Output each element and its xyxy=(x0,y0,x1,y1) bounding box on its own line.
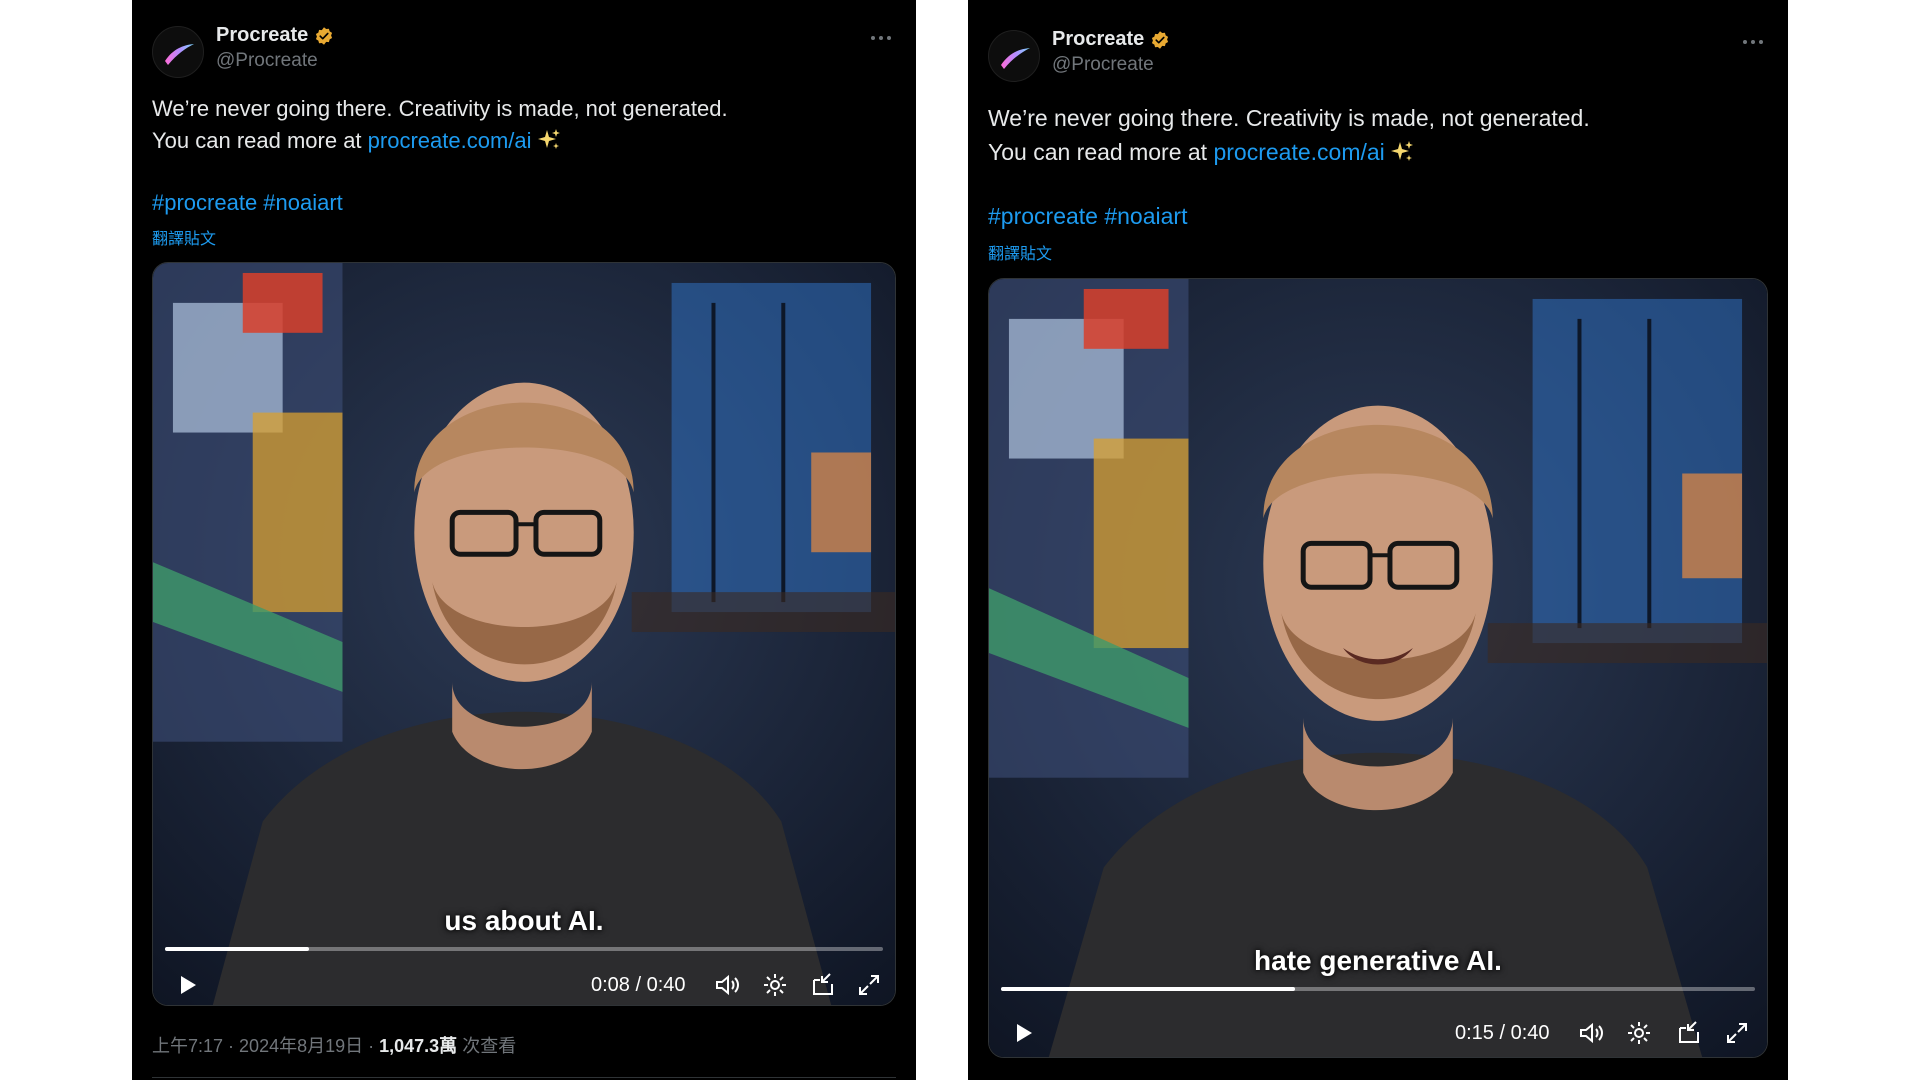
video-player[interactable]: us about AI. 0:08 / 0:40 xyxy=(152,262,896,1006)
tweet-link[interactable]: procreate.com/ai xyxy=(1213,139,1384,165)
video-frame-image xyxy=(989,279,1767,1057)
fullscreen-button[interactable] xyxy=(1719,1011,1755,1055)
video-time: 0:08 / 0:40 xyxy=(591,963,686,1005)
dock-icon xyxy=(1679,1021,1699,1043)
fullscreen-icon xyxy=(1727,1023,1747,1043)
settings-button[interactable] xyxy=(757,963,793,1005)
author-handle[interactable]: @Procreate xyxy=(216,50,318,72)
dock-icon xyxy=(813,973,833,995)
settings-button[interactable] xyxy=(1621,1011,1657,1055)
time-separator: / xyxy=(629,974,647,996)
author-name[interactable]: Procreate xyxy=(216,24,308,47)
video-progress-bar[interactable] xyxy=(1001,987,1755,991)
video-progress-fill xyxy=(165,947,309,951)
video-caption: hate generative AI. xyxy=(1254,945,1502,976)
time-separator: / xyxy=(1493,1022,1511,1044)
video-time: 0:15 / 0:40 xyxy=(1455,1011,1550,1055)
tweet-text-prefix: You can read more at xyxy=(152,128,368,153)
video-caption: us about AI. xyxy=(444,905,604,936)
play-button[interactable] xyxy=(167,963,207,1005)
play-icon xyxy=(181,976,196,994)
current-time: 0:08 xyxy=(591,974,630,996)
sparkles-icon xyxy=(537,129,560,149)
play-button[interactable] xyxy=(1003,1011,1043,1055)
name-row: Procreate xyxy=(1052,28,1170,51)
name-row: Procreate xyxy=(216,24,334,47)
video-progress-fill xyxy=(1001,987,1296,991)
gear-icon xyxy=(1628,1022,1650,1044)
tweet-meta: 上午7:17 · 2024年8月19日 · 1,047.3萬 次查看 xyxy=(152,1032,516,1058)
tweet-date[interactable]: 2024年8月19日 xyxy=(239,1036,363,1056)
play-icon xyxy=(1017,1024,1032,1042)
view-count: 1,047.3萬 xyxy=(379,1036,458,1056)
volume-icon xyxy=(716,974,739,996)
tweet-text: We’re never going there. Creativity is m… xyxy=(988,101,1768,169)
sparkles-icon xyxy=(1390,141,1413,161)
duration: 0:40 xyxy=(1510,1022,1550,1044)
dock-button[interactable] xyxy=(1671,1011,1707,1055)
more-options-button[interactable] xyxy=(866,28,896,48)
tweet-text-line1: We’re never going there. Creativity is m… xyxy=(152,96,728,121)
tweet-panel-left: Procreate @Procreate We’re never going t… xyxy=(132,0,916,1080)
author-handle[interactable]: @Procreate xyxy=(1052,54,1154,76)
duration: 0:40 xyxy=(646,974,686,996)
mute-button[interactable] xyxy=(709,963,745,1005)
dock-button[interactable] xyxy=(805,963,841,1005)
gear-icon xyxy=(764,974,786,996)
video-frame-image xyxy=(153,263,895,1005)
tweet-time[interactable]: 上午7:17 xyxy=(152,1036,223,1056)
volume-icon xyxy=(1580,1022,1603,1044)
translate-post-link[interactable]: 翻譯貼文 xyxy=(988,240,1052,264)
avatar[interactable] xyxy=(152,26,204,78)
translate-post-link[interactable]: 翻譯貼文 xyxy=(152,225,216,249)
tweet-header: Procreate @Procreate xyxy=(152,22,896,80)
tweet-text-line2: You can read more at procreate.com/ai xyxy=(152,125,896,157)
views-label: 次查看 xyxy=(457,1036,517,1056)
meta-dot: · xyxy=(223,1036,240,1056)
more-dots-icon xyxy=(871,36,891,40)
current-time: 0:15 xyxy=(1455,1022,1494,1044)
hashtags[interactable]: #procreate #noaiart xyxy=(988,203,1187,230)
tweet-panel-right: Procreate @Procreate We’re never going t… xyxy=(968,0,1788,1080)
author-name[interactable]: Procreate xyxy=(1052,28,1144,51)
fullscreen-button[interactable] xyxy=(851,963,887,1005)
tweet-text-line1: We’re never going there. Creativity is m… xyxy=(988,105,1590,131)
video-controls: 0:15 / 0:40 xyxy=(989,1011,1767,1055)
fullscreen-icon xyxy=(859,975,879,995)
tweet-text-line2: You can read more at procreate.com/ai xyxy=(988,135,1768,169)
divider xyxy=(152,1077,896,1078)
verified-badge-icon xyxy=(1152,30,1169,49)
video-controls: 0:08 / 0:40 xyxy=(153,963,895,1005)
procreate-logo-icon xyxy=(165,44,194,65)
video-player[interactable]: hate generative AI. 0:15 / 0:40 xyxy=(988,278,1768,1058)
more-dots-icon xyxy=(1743,40,1763,44)
tweet-text: We’re never going there. Creativity is m… xyxy=(152,93,896,157)
more-options-button[interactable] xyxy=(1738,32,1768,52)
hashtags[interactable]: #procreate #noaiart xyxy=(152,190,343,216)
meta-dot: · xyxy=(363,1036,380,1056)
verified-badge-icon xyxy=(316,26,333,45)
procreate-logo-icon xyxy=(1001,48,1030,69)
tweet-text-prefix: You can read more at xyxy=(988,139,1214,165)
mute-button[interactable] xyxy=(1573,1011,1609,1055)
tweet-link[interactable]: procreate.com/ai xyxy=(368,128,532,153)
tweet-header: Procreate @Procreate xyxy=(988,26,1768,84)
video-progress-bar[interactable] xyxy=(165,947,883,951)
avatar[interactable] xyxy=(988,30,1040,82)
